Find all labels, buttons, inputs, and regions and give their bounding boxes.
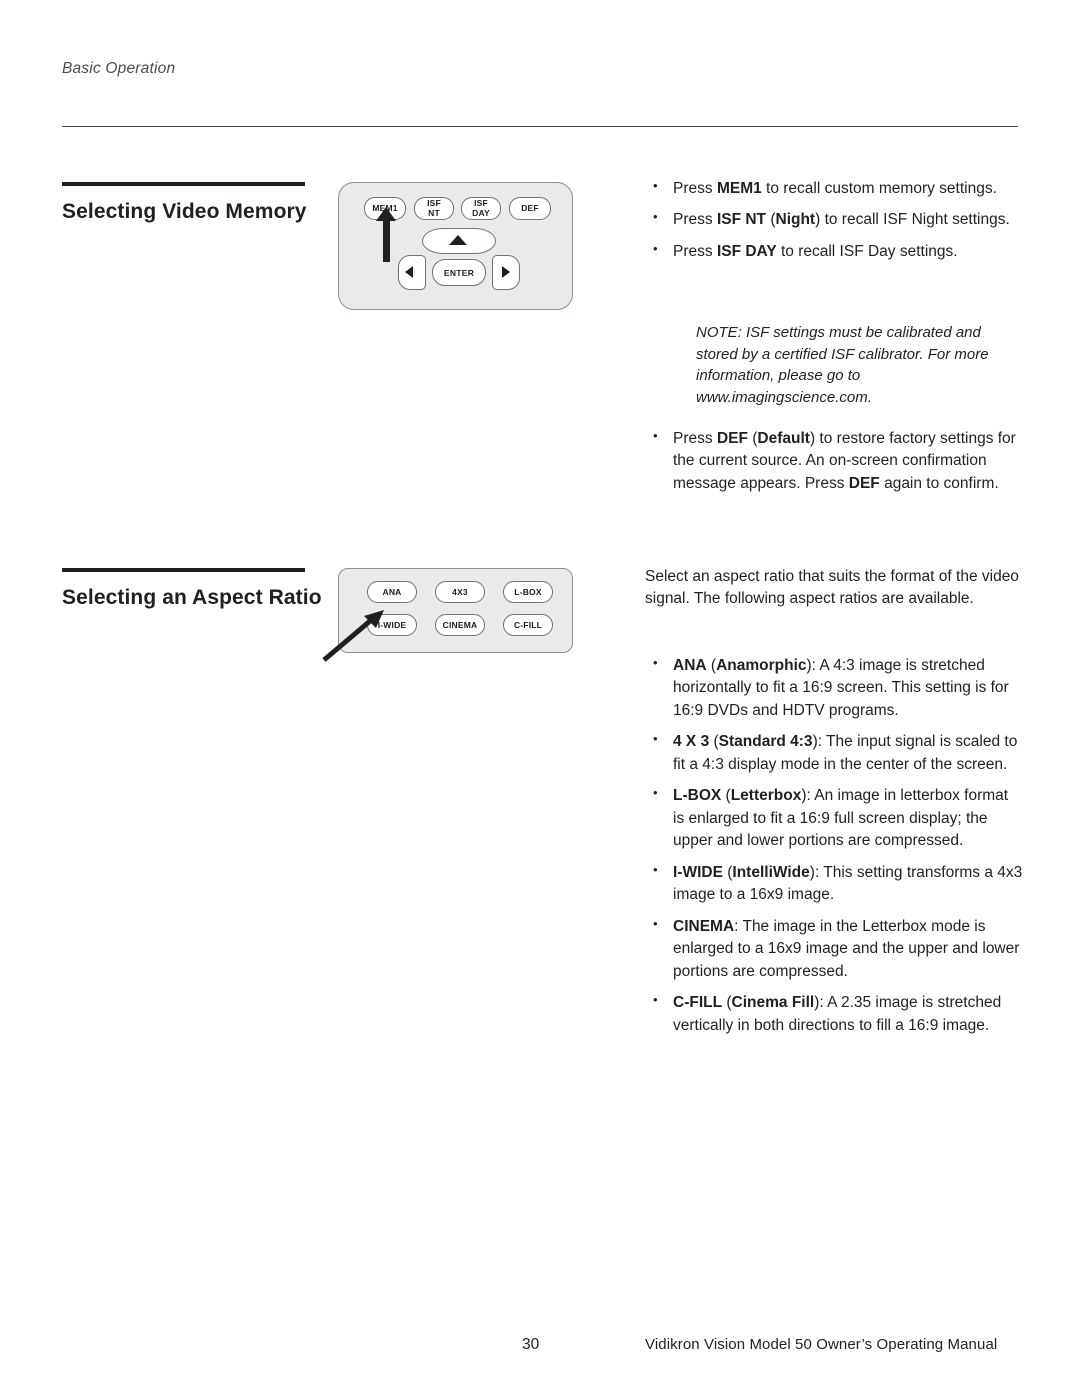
remote-button-isf-nt: ISF NT — [414, 197, 454, 220]
list-item: Press MEM1 to recall custom memory setti… — [645, 177, 1023, 200]
section-heading-video-memory: Selecting Video Memory — [62, 182, 307, 226]
list-item: 4 X 3 (Standard 4:3): The input signal i… — [645, 730, 1023, 776]
page-number: 30 — [522, 1336, 540, 1353]
remote-aspect-graphic: ANA 4X3 L-BOX I-WIDE CINEMA C-FILL — [338, 568, 573, 653]
list-item: L-BOX (Letterbox): An image in letterbox… — [645, 784, 1023, 852]
triangle-up-icon — [449, 235, 467, 245]
footer-manual-title: Vidikron Vision Model 50 Owner’s Operati… — [645, 1336, 998, 1353]
remote-button-isf-nt-line2: NT — [428, 207, 440, 218]
remote-button-isf-nt-line1: ISF — [427, 197, 441, 208]
section-title: Selecting Video Memory — [62, 200, 307, 223]
remote-button-cinema: CINEMA — [435, 614, 485, 636]
remote-memory-graphic: MEM1 ISF NT ISF DAY DEF ENTER — [338, 182, 573, 310]
memory-bullet-list: Press MEM1 to recall custom memory setti… — [645, 177, 1023, 272]
section-heading-aspect-ratio: Selecting an Aspect Ratio — [62, 568, 322, 612]
remote-button-isf-day-line2: DAY — [472, 207, 490, 218]
document-page: Basic Operation Selecting Video Memory M… — [0, 0, 1080, 1397]
remote-button-4x3: 4X3 — [435, 581, 485, 603]
callout-arrow-up-icon — [376, 207, 396, 262]
header-divider — [62, 126, 1018, 127]
section-rule — [62, 182, 305, 186]
aspect-bullet-list: ANA (Anamorphic): A 4:3 image is stretch… — [645, 654, 1023, 1046]
remote-button-isf-day: ISF DAY — [461, 197, 501, 220]
remote-button-def: DEF — [509, 197, 551, 220]
list-item: I-WIDE (IntelliWide): This setting trans… — [645, 861, 1023, 907]
triangle-left-icon — [405, 266, 413, 278]
aspect-intro-paragraph: Select an aspect ratio that suits the fo… — [645, 568, 1019, 608]
isf-note: NOTE: ISF settings must be calibrated an… — [696, 324, 989, 406]
remote-button-ana: ANA — [367, 581, 417, 603]
remote-button-lbox: L-BOX — [503, 581, 553, 603]
memory-bullet-list-after-note: Press DEF (Default) to restore factory s… — [645, 427, 1023, 504]
list-item: Press ISF NT (Night) to recall ISF Night… — [645, 208, 1023, 231]
list-item: CINEMA: The image in the Letterbox mode … — [645, 915, 1023, 983]
remote-button-enter: ENTER — [432, 259, 486, 286]
section-rule — [62, 568, 305, 572]
remote-button-isf-day-line1: ISF — [474, 197, 488, 208]
list-item: ANA (Anamorphic): A 4:3 image is stretch… — [645, 654, 1023, 722]
remote-button-cfill: C-FILL — [503, 614, 553, 636]
remote-button-iwide: I-WIDE — [367, 614, 417, 636]
list-item: Press ISF DAY to recall ISF Day settings… — [645, 240, 1023, 263]
triangle-right-icon — [502, 266, 510, 278]
section-title: Selecting an Aspect Ratio — [62, 586, 322, 609]
list-item: C-FILL (Cinema Fill): A 2.35 image is st… — [645, 991, 1023, 1037]
list-item: Press DEF (Default) to restore factory s… — [645, 427, 1023, 495]
running-head: Basic Operation — [62, 60, 176, 77]
